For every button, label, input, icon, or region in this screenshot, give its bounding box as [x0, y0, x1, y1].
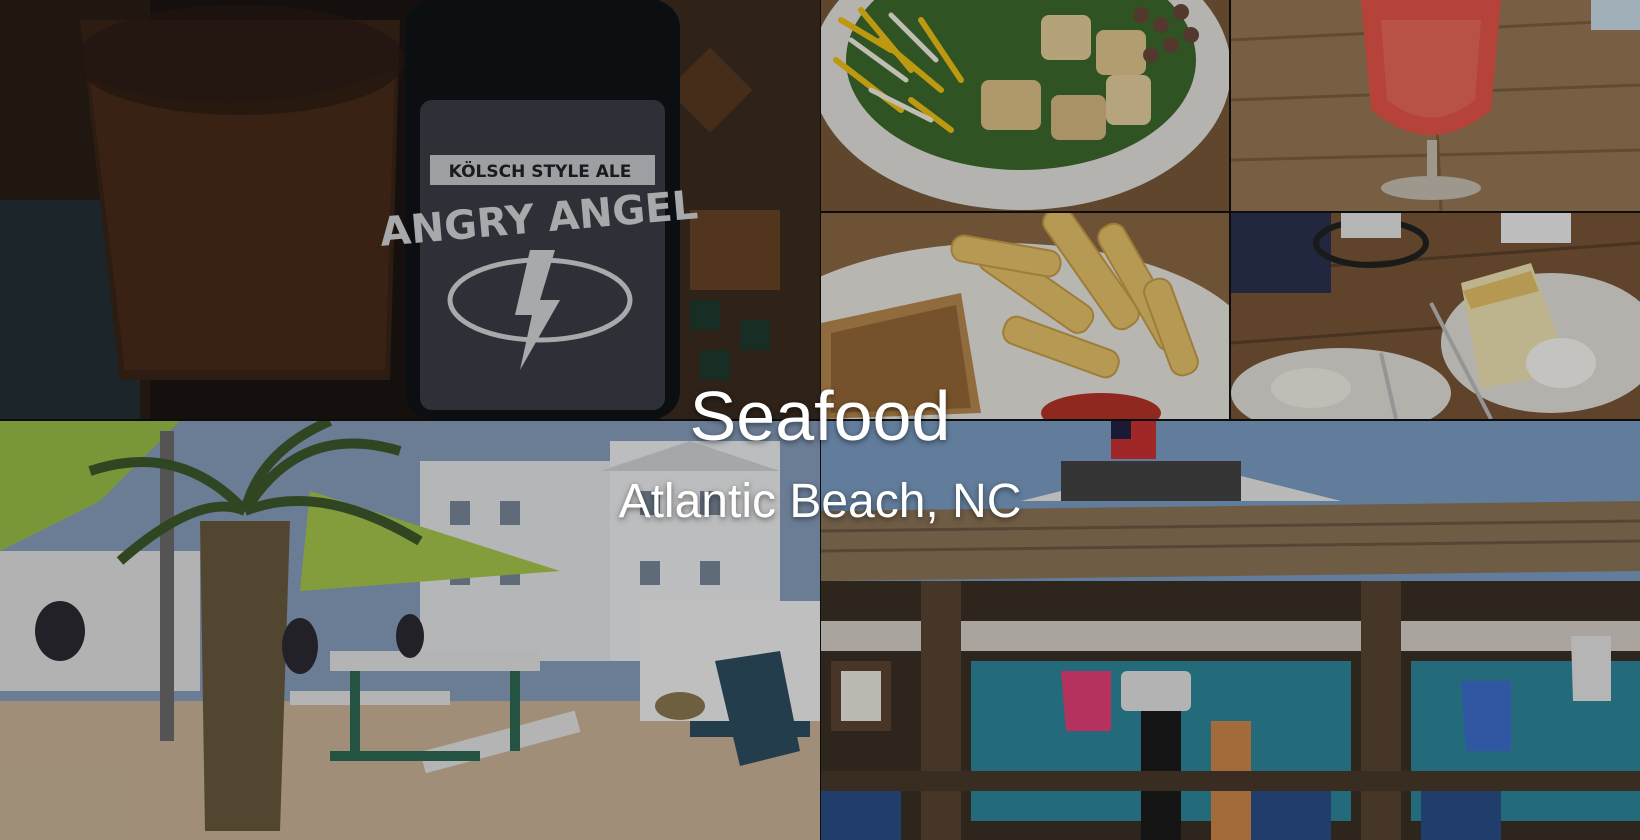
- drink-photo: [1231, 0, 1640, 211]
- hero-banner: KÖLSCH STYLE ALE ANGRY ANGEL Seafood Atl…: [0, 0, 1640, 840]
- salad-photo: [821, 0, 1229, 211]
- location-subtitle: Atlantic Beach, NC: [618, 475, 1022, 528]
- page-title: Seafood: [689, 377, 951, 455]
- beer-photo: KÖLSCH STYLE ALE ANGRY ANGEL: [0, 0, 820, 419]
- beer-label-top-text: KÖLSCH STYLE ALE: [449, 160, 632, 182]
